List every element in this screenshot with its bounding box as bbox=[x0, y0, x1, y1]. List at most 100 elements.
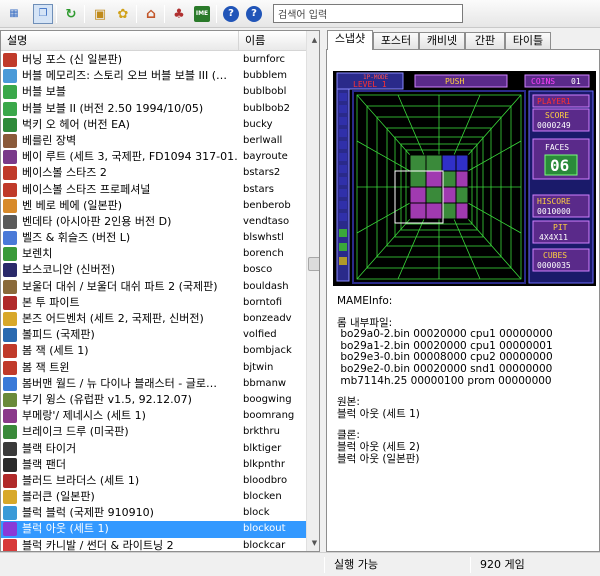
toolbar-separator bbox=[136, 5, 137, 23]
view-details-button[interactable]: ❐ bbox=[33, 4, 53, 24]
tab-snapshot[interactable]: 스냅샷 bbox=[327, 30, 373, 50]
game-romname: bjtwin bbox=[243, 361, 274, 373]
game-row[interactable]: 베를린 장벽 berlwall bbox=[1, 133, 306, 149]
mame-frontend-window: ▦ ❐ ↻ ▣ ✿ ⌂ ♣ IME ? ? 검색어 입력 설명 이름 버닝 포스… bbox=[0, 0, 600, 576]
game-icon bbox=[3, 392, 17, 407]
game-romname: boogwing bbox=[243, 393, 292, 405]
game-row[interactable]: 보렌치 borench bbox=[1, 246, 306, 262]
ime-button[interactable]: IME bbox=[192, 4, 212, 24]
game-romname: bouldash bbox=[243, 280, 289, 292]
game-row[interactable]: 벤데타 (아시아판 2인용 버전 D) vendtaso bbox=[1, 214, 306, 230]
game-romname: bstars2 bbox=[243, 167, 281, 179]
scroll-up-arrow-icon[interactable]: ▲ bbox=[308, 32, 319, 47]
column-header-name[interactable]: 이름 bbox=[239, 31, 306, 51]
game-row[interactable]: 벤 베로 베에 (일본판) benberob bbox=[1, 198, 306, 214]
game-row[interactable]: 부메랑'/ 제네시스 (세트 1) boomrang bbox=[1, 408, 306, 424]
scroll-thumb[interactable] bbox=[308, 257, 319, 271]
game-row[interactable]: 볼피드 (국제판) volfied bbox=[1, 327, 306, 343]
game-romname: bonzeadv bbox=[243, 313, 292, 324]
vertical-scrollbar[interactable]: ▲ ▼ bbox=[306, 31, 319, 551]
stacked-blocks bbox=[409, 154, 469, 220]
game-row[interactable]: 봄 잭 (세트 1) bombjack bbox=[1, 343, 306, 359]
game-row[interactable]: 버닝 포스 (신 일본판) burnforc bbox=[1, 52, 306, 68]
pit-value: 4X4X11 bbox=[539, 233, 568, 242]
game-list[interactable]: 설명 이름 버닝 포스 (신 일본판) burnforc 버블 메모리즈: 스토리 … bbox=[0, 30, 320, 552]
refresh-icon: ↻ bbox=[65, 6, 77, 22]
column-header-description[interactable]: 설명 bbox=[1, 31, 239, 51]
game-row[interactable]: 베이스볼 스타즈 2 bstars2 bbox=[1, 165, 306, 181]
home-button[interactable]: ⌂ bbox=[141, 4, 161, 24]
info-icon: ? bbox=[246, 6, 262, 22]
game-romname: blocken bbox=[243, 491, 282, 503]
game-romname: bloodbro bbox=[243, 474, 288, 486]
cubes-label: CUBES bbox=[543, 251, 567, 260]
game-icon bbox=[3, 312, 17, 326]
game-romname: berlwall bbox=[243, 134, 283, 146]
game-romname: benberob bbox=[243, 199, 291, 211]
game-row[interactable]: 베이 루트 (세트 3, 국제판, FD1094 317-01… bayroute bbox=[1, 149, 306, 165]
game-row[interactable]: 버블 보블 II (버전 2.50 1994/10/05) bublbob2 bbox=[1, 101, 306, 117]
cog-icon: ✿ bbox=[117, 6, 129, 22]
score-label: SCORE bbox=[545, 111, 569, 120]
refresh-button[interactable]: ↻ bbox=[61, 4, 81, 24]
game-row[interactable]: 봄버맨 월드 / 뉴 다이나 블래스터 - 글로… bbmanw bbox=[1, 376, 306, 392]
settings-button[interactable]: ✿ bbox=[113, 4, 133, 24]
game-icon bbox=[3, 279, 17, 294]
original-value: 블럭 아웃 (세트 1) bbox=[337, 407, 420, 420]
tab-cabinet[interactable]: 캐비넷 bbox=[419, 32, 465, 49]
game-description: 블럭 아웃 (세트 1) bbox=[22, 522, 109, 536]
search-input[interactable] bbox=[273, 4, 463, 23]
game-icon bbox=[3, 538, 17, 551]
game-row[interactable]: 벨즈 & 휘슬즈 (버전 L) blswhstl bbox=[1, 230, 306, 246]
game-romname: bstars bbox=[243, 183, 274, 195]
game-icon bbox=[3, 198, 17, 213]
game-description: 블러큰 (일본판) bbox=[22, 490, 95, 504]
game-row[interactable]: 본 투 파이트 borntofi bbox=[1, 295, 306, 311]
game-row[interactable]: 블러큰 (일본판) blocken bbox=[1, 489, 306, 505]
game-row[interactable]: 블럭 카니발 / 썬더 & 라이트닝 2 blockcar bbox=[1, 538, 306, 551]
game-row[interactable]: 본즈 어드벤처 (세트 2, 국제판, 신버전) bonzeadv bbox=[1, 311, 306, 327]
game-description: 브레이크 드루 (미국판) bbox=[22, 425, 129, 439]
help-button[interactable]: ? bbox=[221, 4, 241, 24]
game-icon bbox=[3, 85, 17, 100]
ime-icon: IME bbox=[194, 6, 210, 22]
image-button[interactable]: ▣ bbox=[90, 4, 110, 24]
game-row[interactable]: 블럭 아웃 (세트 1) blockout bbox=[1, 521, 306, 538]
cubes-value: 0000035 bbox=[537, 261, 571, 270]
game-description: 버블 보블 bbox=[22, 85, 66, 99]
game-description: 베이스볼 스타즈 2 bbox=[22, 166, 107, 180]
status-divider bbox=[324, 557, 325, 573]
game-icon bbox=[3, 506, 17, 521]
help-icon: ? bbox=[223, 6, 239, 22]
game-icon bbox=[3, 182, 17, 197]
game-row[interactable]: 보스코니안 (신버전) bosco bbox=[1, 262, 306, 278]
game-row[interactable]: 버블 보블 bublbobl bbox=[1, 84, 306, 100]
view-large-icons-button[interactable]: ▦ bbox=[4, 4, 24, 24]
game-icon bbox=[3, 441, 17, 456]
game-row[interactable]: 봄 잭 트윈 bjtwin bbox=[1, 360, 306, 376]
tab-marquee[interactable]: 간판 bbox=[465, 32, 505, 49]
game-row[interactable]: 벅키 오 헤어 (버전 EA) bucky bbox=[1, 117, 306, 133]
game-row[interactable]: 브레이크 드루 (미국판) brkthru bbox=[1, 424, 306, 440]
tab-title[interactable]: 타이틀 bbox=[505, 32, 551, 49]
game-icon bbox=[3, 150, 17, 165]
game-romname: blockout bbox=[243, 523, 286, 535]
tab-poster[interactable]: 포스터 bbox=[373, 32, 419, 49]
game-row[interactable]: 베이스볼 스타즈 프로페셔널 bstars bbox=[1, 182, 306, 198]
game-row[interactable]: 블랙 타이거 blktiger bbox=[1, 441, 306, 457]
game-row[interactable]: 부기 윙스 (유럽판 v1.5, 92.12.07) boogwing bbox=[1, 392, 306, 408]
game-icon bbox=[3, 231, 17, 246]
game-icon bbox=[3, 53, 17, 67]
play-button[interactable]: ♣ bbox=[169, 4, 189, 24]
game-description: 보렌치 bbox=[22, 247, 53, 261]
game-row[interactable]: 블러드 브라더스 (세트 1) bloodbro bbox=[1, 473, 306, 489]
about-button[interactable]: ? bbox=[244, 4, 264, 24]
game-icon bbox=[3, 69, 17, 84]
game-icon bbox=[3, 409, 17, 424]
game-row[interactable]: 블럭 블럭 (국제판 910910) block bbox=[1, 505, 306, 521]
game-row[interactable]: 블랙 팬더 blkpnthr bbox=[1, 457, 306, 473]
scroll-down-arrow-icon[interactable]: ▼ bbox=[308, 535, 319, 550]
game-icon bbox=[3, 263, 17, 278]
game-row[interactable]: 버블 메모리즈: 스토리 오브 버블 보블 III (… bubblem bbox=[1, 68, 306, 84]
game-row[interactable]: 보울더 대쉬 / 보울더 대쉬 파트 2 (국제판) bouldash bbox=[1, 279, 306, 295]
